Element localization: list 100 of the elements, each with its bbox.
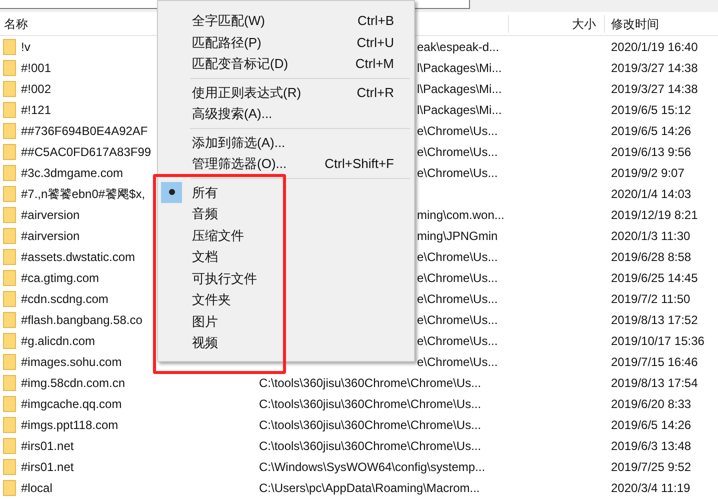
folder-icon: [3, 270, 16, 286]
folder-icon: [3, 164, 16, 180]
modified-time: 2020/1/19 16:40: [611, 38, 698, 56]
folder-icon: [3, 416, 16, 432]
modified-time: 2019/3/27 14:38: [611, 60, 698, 76]
file-name: #airversion: [21, 206, 80, 224]
modified-time: 2019/6/25 14:45: [611, 270, 698, 286]
folder-icon: [3, 396, 16, 412]
file-name: #irs01.net: [21, 438, 74, 454]
file-name: #flash.bangbang.58.co: [21, 312, 142, 328]
file-name: #7.,n饕饕ebn0#饕飔$x,: [21, 186, 146, 202]
folder-icon: [3, 144, 16, 160]
file-path: C:\Users\pc\AppData\Roaming\Macrom...: [259, 480, 480, 494]
modified-time: 2019/8/13 17:54: [611, 374, 698, 392]
modified-time: 2020/1/4 14:03: [611, 186, 692, 202]
file-path: C:\tools\360jisu\360Chrome\Chrome\Us...: [259, 438, 482, 452]
file-name: #airversion: [21, 228, 80, 244]
folder-icon: [3, 206, 16, 222]
folder-icon: [3, 332, 16, 348]
file-path: ming\JPNGmin: [417, 228, 498, 242]
menu-item[interactable]: 音频: [160, 203, 412, 224]
file-name: #local: [21, 480, 52, 496]
file-path: C:\tools\360jisu\360Chrome\Chrome\Us...: [259, 376, 482, 390]
file-name: #!121: [21, 102, 52, 118]
file-name: #irs01.net: [21, 458, 74, 476]
file-name: #!001: [21, 60, 52, 76]
folder-icon: [3, 38, 16, 54]
column-header[interactable]: 大小: [572, 16, 596, 30]
menu-item[interactable]: 添加到筛选(A)...: [160, 132, 412, 153]
file-path: eak\espeak-d...: [417, 40, 500, 54]
file-path: l\Packages\Mi...: [417, 60, 502, 74]
column-header[interactable]: 名称: [4, 16, 28, 30]
folder-icon: [3, 290, 16, 306]
file-path: l\Packages\Mi...: [417, 82, 502, 96]
folder-icon: [3, 228, 16, 244]
file-path: C:\tools\360jisu\360Chrome\Chrome\Us...: [259, 396, 482, 410]
folder-icon: [3, 312, 16, 328]
menu-item[interactable]: 使用正则表达式(R) Ctrl+R: [160, 82, 412, 103]
modified-time: 2019/6/3 13:48: [611, 438, 692, 454]
modified-time: 2019/6/5 14:26: [611, 122, 692, 140]
file-path: e\Chrome\Us...: [417, 124, 498, 138]
modified-time: 2019/6/20 8:33: [611, 396, 692, 412]
folder-icon: [3, 80, 16, 96]
folder-icon: [3, 480, 16, 496]
menu-item[interactable]: 匹配变音标记(D) Ctrl+M: [160, 53, 412, 74]
menu-item[interactable]: 管理筛选器(O)... Ctrl+Shift+F: [160, 153, 412, 174]
folder-icon: [3, 354, 16, 370]
menu-item[interactable]: 全字匹配(W) Ctrl+B: [160, 10, 412, 32]
folder-icon: [3, 374, 16, 390]
file-name: ##C5AC0FD617A83F99: [21, 144, 152, 160]
file-name: #images.sohu.com: [21, 354, 122, 370]
menu-item[interactable]: 所有: [160, 182, 412, 203]
file-name: #img.58cdn.com.cn: [21, 374, 126, 392]
folder-icon: [3, 102, 16, 118]
modified-time: 2019/6/5 15:12: [611, 102, 692, 118]
folder-icon: [3, 458, 16, 474]
modified-time: 2019/6/28 8:58: [611, 248, 692, 266]
file-path: e\Chrome\Us...: [417, 250, 498, 264]
file-name: #cdn.scdng.com: [21, 290, 108, 308]
column-header[interactable]: 修改时间: [611, 16, 659, 30]
file-name: #ca.gtimg.com: [21, 270, 100, 286]
file-name: #imgcache.qq.com: [21, 396, 122, 412]
file-name: #3c.3dmgame.com: [21, 164, 124, 182]
file-path: e\Chrome\Us...: [417, 166, 498, 180]
menu-item[interactable]: 可执行文件: [160, 268, 412, 289]
modified-time: 2019/3/27 14:38: [611, 80, 698, 98]
modified-time: 2019/7/15 16:46: [611, 354, 698, 370]
file-path: C:\Windows\SysWOW64\config\systemp...: [259, 460, 486, 474]
file-name: !v: [21, 38, 30, 56]
folder-icon: [3, 60, 16, 76]
modified-time: 2020/1/3 11:30: [611, 228, 690, 244]
modified-time: 2019/10/17 15:36: [611, 332, 704, 350]
menu-item[interactable]: 文件夹: [160, 289, 412, 310]
folder-icon: [3, 122, 16, 138]
folder-icon: [3, 248, 16, 264]
file-path: C:\tools\360jisu\360Chrome\Chrome\Us...: [259, 418, 482, 432]
modified-time: 2019/7/2 11:50: [611, 290, 690, 308]
modified-time: 2020/3/4 11:19: [611, 480, 690, 496]
file-path: e\Chrome\Us...: [417, 312, 498, 326]
file-name: #assets.dwstatic.com: [21, 248, 136, 266]
file-path: e\Chrome\Us...: [417, 270, 498, 284]
file-name: ##736F694B0E4A92AF: [21, 122, 148, 140]
menu-item[interactable]: 文档: [160, 246, 412, 268]
menu-item[interactable]: 高级搜索(A)...: [160, 103, 412, 124]
file-path: e\Chrome\Us...: [417, 354, 498, 368]
file-path: l\Packages\Mi...: [417, 102, 502, 116]
file-name: #imgs.ppt118.com: [21, 416, 118, 434]
file-name: #!002: [21, 80, 52, 98]
file-path: e\Chrome\Us...: [417, 334, 498, 348]
menu-item[interactable]: 压缩文件: [160, 224, 412, 246]
modified-time: 2019/9/2 9:07: [611, 164, 684, 182]
file-path: ming\com.won...: [417, 208, 504, 222]
modified-time: 2019/6/5 14:26: [611, 416, 692, 434]
file-name: #g.alicdn.com: [21, 332, 96, 350]
menu-item[interactable]: 匹配路径(P) Ctrl+U: [160, 32, 412, 53]
menu-item[interactable]: 视频: [160, 332, 412, 354]
modified-time: 2019/8/13 17:52: [611, 312, 698, 328]
menu-item[interactable]: 图片: [160, 310, 412, 332]
modified-time: 2019/7/25 9:52: [611, 458, 692, 476]
modified-time: 2019/12/19 8:21: [611, 206, 698, 224]
